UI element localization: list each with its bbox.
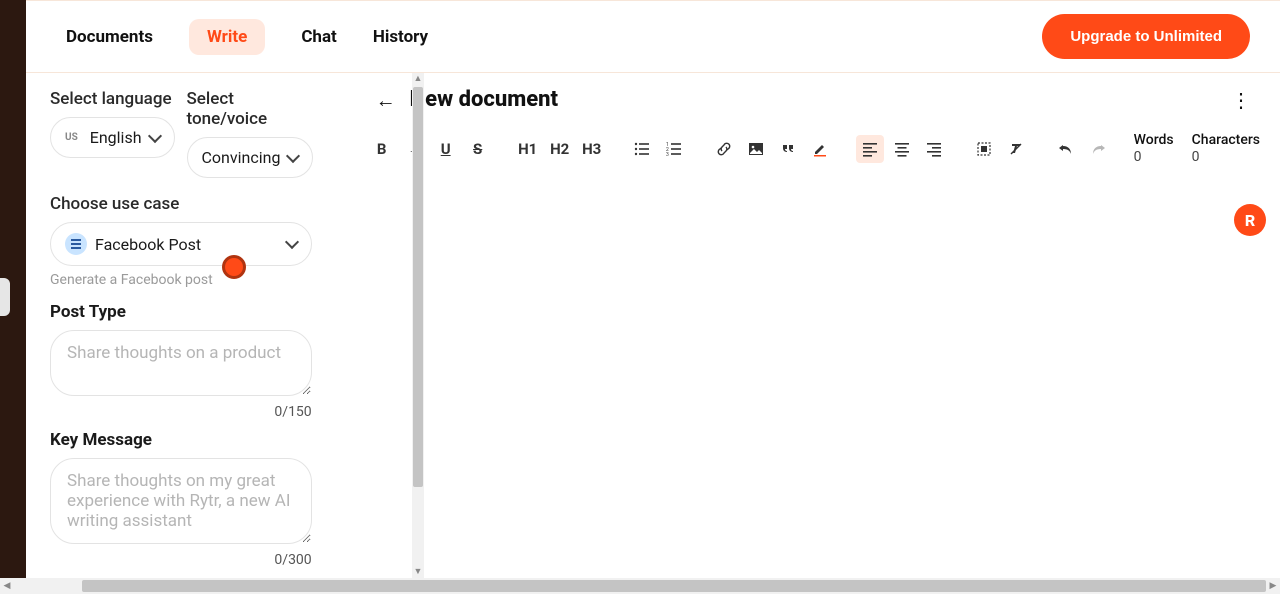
language-label: Select language: [50, 89, 175, 109]
redo-button[interactable]: [1084, 135, 1112, 163]
collapsed-side-handle[interactable]: [0, 278, 10, 316]
key-message-label: Key Message: [50, 430, 312, 450]
highlight-marker-icon: [222, 255, 246, 279]
image-button[interactable]: [742, 135, 770, 163]
char-count: Characters 0: [1192, 132, 1260, 166]
scroll-right-icon[interactable]: ▶: [1266, 578, 1280, 594]
highlight-button[interactable]: [806, 135, 834, 163]
bold-button[interactable]: B: [368, 135, 396, 163]
editor-toolbar: B I U S H1 H2 H3 123: [348, 126, 1280, 172]
main-area: Documents Write Chat History Upgrade to …: [26, 0, 1280, 578]
undo-button[interactable]: [1052, 135, 1080, 163]
horizontal-scrollbar[interactable]: ◀ ▶: [0, 578, 1280, 594]
facebook-lines-icon: [65, 233, 87, 255]
align-right-button[interactable]: [920, 135, 948, 163]
kebab-menu-icon[interactable]: ⋮: [1231, 88, 1252, 112]
select-all-button[interactable]: [970, 135, 998, 163]
horizontal-scrollbar-thumb[interactable]: [82, 580, 1266, 592]
post-type-input[interactable]: [50, 330, 312, 396]
underline-button[interactable]: U: [432, 135, 460, 163]
back-arrow-icon[interactable]: ←: [376, 90, 396, 110]
topbar: Documents Write Chat History Upgrade to …: [26, 0, 1280, 73]
language-value: English: [90, 128, 142, 147]
h3-button[interactable]: H3: [578, 135, 606, 163]
assistant-fab[interactable]: R: [1234, 204, 1266, 236]
upgrade-button[interactable]: Upgrade to Unlimited: [1042, 14, 1250, 59]
sidebar: Select language us English Select tone/v…: [26, 73, 336, 578]
link-button[interactable]: [710, 135, 738, 163]
usecase-label: Choose use case: [50, 194, 312, 214]
tone-label: Select tone/voice: [187, 89, 314, 129]
tab-chat[interactable]: Chat: [301, 19, 337, 55]
clear-format-button[interactable]: [1002, 135, 1030, 163]
h1-button[interactable]: H1: [514, 135, 542, 163]
usecase-select[interactable]: Facebook Post: [50, 222, 312, 266]
chevron-down-icon: [286, 148, 300, 162]
word-count: Words 0: [1134, 132, 1174, 166]
key-message-input[interactable]: [50, 458, 312, 544]
flag-icon: us: [65, 132, 78, 143]
bullet-list-button[interactable]: [628, 135, 656, 163]
usecase-value: Facebook Post: [95, 235, 279, 254]
scroll-up-icon[interactable]: ▲: [412, 73, 424, 85]
chevron-down-icon: [147, 128, 161, 142]
language-select[interactable]: us English: [50, 117, 175, 158]
chevron-down-icon: [285, 235, 299, 249]
post-type-label: Post Type: [50, 302, 312, 322]
strike-button[interactable]: S: [464, 135, 492, 163]
document-title[interactable]: New document: [410, 87, 1217, 112]
usecase-hint: Generate a Facebook post: [50, 272, 312, 288]
align-center-button[interactable]: [888, 135, 916, 163]
number-list-button[interactable]: 123: [660, 135, 688, 163]
sidebar-scrollbar[interactable]: ▲ ▼: [412, 73, 424, 578]
sidebar-scrollbar-thumb[interactable]: [413, 87, 423, 487]
align-left-button[interactable]: [856, 135, 884, 163]
tab-history[interactable]: History: [373, 19, 428, 55]
h2-button[interactable]: H2: [546, 135, 574, 163]
tone-value: Convincing: [202, 148, 281, 167]
svg-text:3: 3: [666, 152, 669, 157]
quote-button[interactable]: [774, 135, 802, 163]
editor-pane: ← New document ⋮ B I U S H1 H2 H3: [348, 73, 1280, 578]
tab-documents[interactable]: Documents: [66, 19, 153, 55]
scroll-left-icon[interactable]: ◀: [0, 578, 14, 594]
tone-select[interactable]: Convincing: [187, 137, 314, 178]
key-message-counter: 0/300: [50, 552, 312, 568]
scroll-down-icon[interactable]: ▼: [412, 566, 424, 578]
post-type-counter: 0/150: [50, 404, 312, 420]
tab-write[interactable]: Write: [189, 19, 265, 55]
